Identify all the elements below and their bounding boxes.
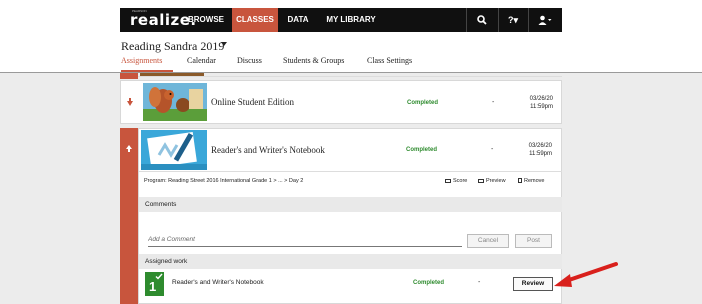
- remove-label: Remove: [524, 178, 545, 184]
- top-navigation-bar: PEARSON realize. BROWSE CLASSES DATA MY …: [120, 8, 562, 32]
- tab-discuss[interactable]: Discuss: [237, 56, 262, 65]
- due-date-time: 11:59pm: [530, 104, 553, 110]
- preview-button[interactable]: Preview: [478, 178, 506, 184]
- status-badge: Completed: [413, 280, 445, 286]
- score-button[interactable]: Score: [445, 178, 467, 184]
- nav-my-library[interactable]: MY LIBRARY: [320, 8, 382, 32]
- class-title[interactable]: Reading Sandra 2019: [121, 39, 224, 54]
- squirrel-thumbnail-icon[interactable]: [143, 83, 207, 121]
- completed-badge: 1: [145, 272, 164, 296]
- chevron-down-icon[interactable]: [221, 42, 227, 46]
- tab-calendar[interactable]: Calendar: [187, 56, 216, 65]
- comments-heading: Comments: [139, 197, 562, 212]
- trash-icon: [518, 178, 522, 184]
- nav-data[interactable]: DATA: [280, 8, 316, 32]
- preview-label: Preview: [486, 178, 506, 184]
- due-date-day: 03/26/20: [528, 143, 552, 149]
- due-date: 03/26/20 11:59pm: [516, 142, 552, 158]
- status-badge: Completed: [407, 100, 439, 106]
- nav-divider: [466, 8, 467, 32]
- score-icon: [445, 178, 451, 183]
- due-date-time: 11:59pm: [529, 151, 552, 157]
- search-icon[interactable]: [472, 8, 492, 32]
- review-button[interactable]: Review: [513, 277, 553, 291]
- user-menu-icon[interactable]: [532, 8, 558, 32]
- tab-assignments[interactable]: Assignments: [121, 56, 162, 65]
- previous-row-marker: [120, 73, 138, 79]
- previous-row: [138, 73, 562, 77]
- post-button[interactable]: Post: [515, 234, 552, 248]
- preview-icon: [478, 178, 484, 183]
- score-label: Score: [453, 178, 468, 184]
- expanded-row-marker: [120, 128, 138, 304]
- assignment-title[interactable]: Online Student Edition: [211, 97, 294, 107]
- tab-class-settings[interactable]: Class Settings: [367, 56, 412, 65]
- nav-divider: [498, 8, 499, 32]
- work-number: 1: [149, 279, 157, 294]
- tab-students-groups[interactable]: Students & Groups: [283, 56, 344, 65]
- nav-browse[interactable]: BROWSE: [182, 8, 230, 32]
- expand-arrow-icon[interactable]: [121, 81, 139, 123]
- assignment-row[interactable]: Online Student Edition Completed - 03/26…: [120, 80, 562, 124]
- assignment-score: -: [491, 146, 494, 153]
- comment-input[interactable]: [148, 233, 462, 247]
- program-path: Program: Reading Street 2016 Internation…: [144, 178, 304, 184]
- help-icon[interactable]: ?▾: [502, 8, 524, 32]
- annotation-arrow-icon: [554, 262, 618, 287]
- assigned-work-heading: Assigned work: [139, 254, 562, 269]
- due-date-day: 03/26/20: [529, 96, 553, 102]
- notebook-thumbnail-icon[interactable]: [141, 130, 207, 170]
- due-date: 03/26/20 11:59pm: [517, 95, 553, 111]
- divider: [139, 171, 562, 172]
- assigned-work-title[interactable]: Reader's and Writer's Notebook: [172, 279, 264, 286]
- nav-divider: [528, 8, 529, 32]
- page: PEARSON realize. BROWSE CLASSES DATA MY …: [0, 0, 702, 304]
- cancel-button[interactable]: Cancel: [467, 234, 509, 248]
- work-score: -: [478, 279, 481, 286]
- nav-classes[interactable]: CLASSES: [232, 8, 278, 32]
- assignment-title[interactable]: Reader's and Writer's Notebook: [211, 145, 325, 155]
- remove-button[interactable]: Remove: [518, 178, 544, 184]
- status-badge: Completed: [406, 147, 438, 153]
- assignment-score: -: [492, 99, 495, 106]
